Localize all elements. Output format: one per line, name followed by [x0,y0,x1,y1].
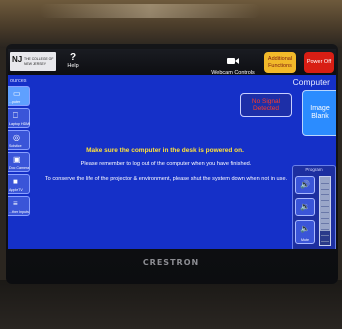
appletv-icon: ■ [13,177,18,186]
logo-mark: NJ [12,55,23,64]
webcam-controls-label: Webcam Controls [211,70,255,76]
meter-tick [321,182,329,184]
source-label: Laptop HDMI [9,122,31,126]
speaker-mute-icon: 🔈 [300,224,310,233]
college-logo: NJ THE COLLEGE OF NEW JERSEY [10,52,56,71]
source-button-3[interactable]: ▣ Doc Camera [8,152,30,172]
source-button-1[interactable]: ⎕ Laptop HDMI [8,108,30,128]
additional-functions-button[interactable]: Additional Functions [264,52,296,73]
program-label: Program [305,167,323,172]
source-label: Solstice [9,144,22,148]
speaker-loud-icon: 🔊 [300,180,310,189]
meter-tick [321,223,329,225]
meter-tick [321,200,329,202]
top-toolbar: NJ THE COLLEGE OF NEW JERSEY ? Help Webc… [8,49,336,76]
mute-button[interactable]: 🔈 Mute [295,220,315,244]
meter-tick [321,217,329,219]
source-label: ...puter [9,100,21,104]
source-label: AppleTV [9,188,23,192]
source-button-2[interactable]: ◎ Solstice [8,130,30,150]
help-button[interactable]: ? Help [64,52,82,69]
mute-label: Mute [301,238,309,242]
touch-panel-screen: NJ THE COLLEGE OF NEW JERSEY ? Help Webc… [8,49,336,249]
meter-tick [321,240,329,242]
image-blank-button[interactable]: Image Blank [302,90,336,136]
sources-heading: ources [10,78,27,84]
source-button-5[interactable]: ≡ ...ther Inputs [8,196,30,216]
meter-tick [321,211,329,213]
monitor-icon: ▭ [13,89,21,98]
logo-line-1: THE COLLEGE OF [24,57,54,61]
source-list: ▭ ...puter ⎕ Laptop HDMI ◎ Solstice ▣ Doc Camer… [8,86,30,218]
shutdown-reminder: To conserve the life of the projector & … [44,176,288,182]
laptop-icon: ⎕ [13,111,18,120]
speaker-quiet-icon: 🔉 [300,202,310,211]
volume-up-button[interactable]: 🔊 [295,176,315,194]
logo-line-2: NEW JERSEY [24,62,47,66]
doc-camera-icon: ▣ [13,155,21,164]
desk-surface [0,280,342,329]
crestron-brand-label: CRESTRON [142,258,200,267]
help-label: Help [67,63,79,69]
meter-tick [321,194,329,196]
page-title: Computer [292,77,330,87]
wireless-icon: ◎ [13,133,20,142]
power-on-instruction: Make sure the computer in the desk is po… [86,147,244,154]
volume-level-meter[interactable] [319,176,331,246]
program-volume-panel: Program 🔊 🔉 🔈 Mute [292,165,336,249]
inputs-icon: ≡ [13,199,18,208]
volume-down-button[interactable]: 🔉 [295,198,315,216]
background-wall [0,0,342,48]
video-camera-icon [227,58,239,64]
webcam-controls-button[interactable]: Webcam Controls [206,52,260,76]
source-label: ...ther Inputs [9,210,29,214]
meter-tick [321,188,329,190]
question-mark-icon: ? [69,52,77,63]
source-button-0[interactable]: ▭ ...puter [8,86,30,106]
volume-level-fill [320,231,330,245]
meter-tick [321,235,329,236]
meter-tick [321,206,329,207]
power-off-button[interactable]: Power Off [304,52,334,73]
meter-tick [321,229,329,231]
source-label: Doc Camera [9,166,30,170]
logout-reminder: Please remember to log out of the comput… [80,161,252,167]
source-button-4[interactable]: ■ AppleTV [8,174,30,194]
no-signal-status: No Signal Detected [240,93,292,117]
light-glare [40,4,260,18]
